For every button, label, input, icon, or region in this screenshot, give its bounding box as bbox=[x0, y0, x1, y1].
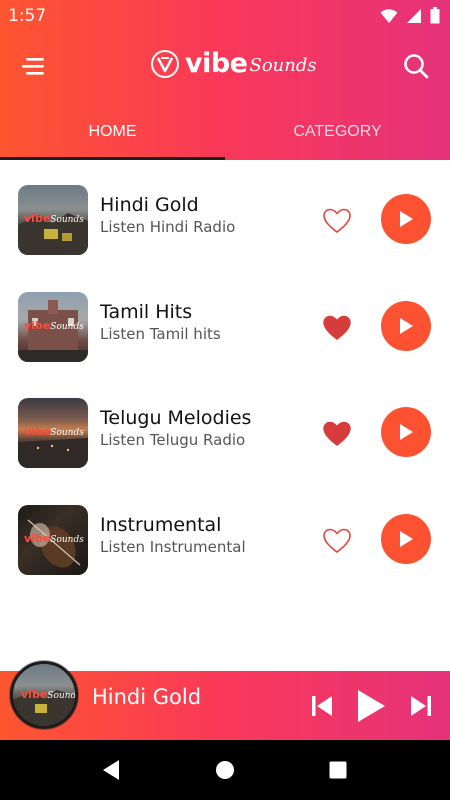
list-item[interactable]: vibeSounds Hindi Gold Listen Hindi Radio bbox=[0, 172, 450, 279]
search-button[interactable] bbox=[400, 50, 432, 82]
thumb-logo: vibeSounds bbox=[24, 318, 84, 332]
tab-indicator bbox=[0, 157, 225, 160]
station-thumbnail: vibeSounds bbox=[18, 504, 88, 575]
station-title: Telugu Melodies bbox=[100, 407, 252, 429]
play-button[interactable] bbox=[381, 513, 431, 564]
nav-home-icon[interactable] bbox=[215, 759, 235, 781]
logo-script-text: Sounds bbox=[249, 55, 317, 76]
system-nav-bar bbox=[0, 740, 450, 800]
station-subtitle: Listen Hindi Radio bbox=[100, 218, 236, 236]
station-title: Hindi Gold bbox=[100, 194, 199, 216]
thumb-logo: vibeSounds bbox=[24, 531, 84, 545]
menu-button[interactable] bbox=[20, 50, 52, 82]
list-item[interactable]: vibeSounds Telugu Melodies Listen Telugu… bbox=[0, 385, 450, 492]
status-time: 1:57 bbox=[8, 6, 47, 26]
mini-player: vibeSounds Hindi Gold bbox=[0, 661, 450, 740]
cell-signal-icon bbox=[407, 8, 421, 23]
play-icon bbox=[400, 211, 413, 227]
skip-next-icon[interactable] bbox=[410, 694, 432, 718]
status-icons bbox=[380, 7, 440, 24]
play-icon bbox=[400, 424, 413, 440]
heart-filled-icon[interactable] bbox=[322, 420, 352, 448]
app-logo: vibe Sounds bbox=[150, 48, 317, 79]
station-subtitle: Listen Telugu Radio bbox=[100, 431, 246, 449]
thumb-logo: vibeSounds bbox=[24, 425, 84, 438]
heart-outline-icon[interactable] bbox=[322, 527, 352, 555]
heart-outline-icon[interactable] bbox=[322, 207, 352, 235]
list-item[interactable]: vibeSounds Tamil Hits Listen Tamil hits bbox=[0, 279, 450, 386]
play-button[interactable] bbox=[381, 407, 431, 457]
station-thumbnail: vibeSounds bbox=[18, 185, 88, 255]
play-icon[interactable] bbox=[356, 689, 386, 723]
station-title: Instrumental bbox=[100, 513, 222, 536]
tab-category[interactable]: CATEGORY bbox=[225, 105, 450, 160]
app-header: 1:57 vibe Sounds HOME CATEGORY bbox=[0, 0, 450, 160]
now-playing-artwork[interactable]: vibeSounds bbox=[10, 661, 78, 729]
menu-icon bbox=[22, 58, 44, 75]
search-icon bbox=[404, 54, 429, 79]
list-item[interactable]: vibeSounds Instrumental Listen Instrumen… bbox=[0, 492, 450, 599]
now-playing-title: Hindi Gold bbox=[92, 685, 202, 709]
thumb-logo: vibeSounds bbox=[24, 212, 84, 225]
battery-icon bbox=[430, 7, 440, 24]
tab-bar: HOME CATEGORY bbox=[0, 105, 450, 160]
thumb-logo: vibeSounds bbox=[21, 688, 78, 701]
logo-text: vibe bbox=[185, 48, 248, 79]
play-button[interactable] bbox=[381, 194, 431, 244]
nav-recents-icon[interactable] bbox=[328, 759, 348, 781]
station-list: vibeSounds Hindi Gold Listen Hindi Radio… bbox=[0, 172, 450, 598]
wifi-icon bbox=[380, 8, 398, 23]
station-thumbnail: vibeSounds bbox=[18, 291, 88, 362]
skip-previous-icon[interactable] bbox=[311, 694, 333, 718]
nav-back-icon[interactable] bbox=[101, 759, 121, 781]
vibe-logo-icon bbox=[151, 49, 179, 78]
toolbar: vibe Sounds bbox=[0, 40, 450, 92]
play-button[interactable] bbox=[381, 300, 431, 351]
status-bar: 1:57 bbox=[0, 0, 450, 32]
tab-home[interactable]: HOME bbox=[0, 105, 225, 160]
heart-filled-icon[interactable] bbox=[322, 314, 352, 342]
play-icon bbox=[400, 317, 413, 334]
station-subtitle: Listen Tamil hits bbox=[100, 324, 221, 343]
play-icon bbox=[400, 530, 413, 547]
station-subtitle: Listen Instrumental bbox=[100, 537, 246, 556]
station-title: Tamil Hits bbox=[100, 300, 193, 323]
station-thumbnail: vibeSounds bbox=[18, 398, 88, 468]
